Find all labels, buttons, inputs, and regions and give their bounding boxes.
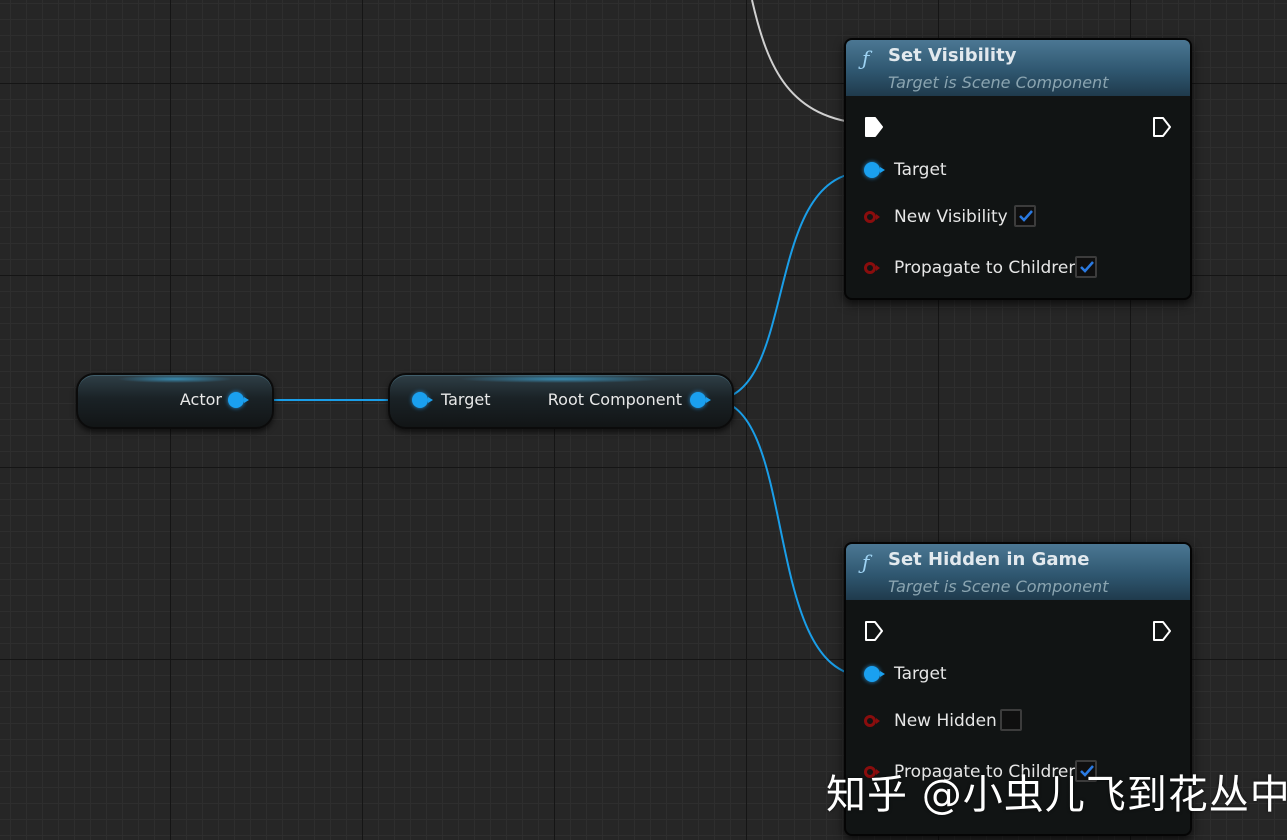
target-label: Target — [894, 160, 947, 180]
propagate-row: Propagate to Children — [846, 240, 1190, 290]
exec-input-pin-icon[interactable] — [864, 620, 884, 642]
get-root-component-node[interactable]: Target Root Component — [388, 373, 734, 429]
actor-output-label: Actor — [179, 390, 222, 409]
checkmark-icon — [1080, 261, 1094, 273]
root-component-output-pin[interactable] — [690, 392, 711, 408]
root-to-set-hidden-wire — [711, 399, 867, 677]
target-pin[interactable] — [864, 162, 885, 178]
target-pin[interactable] — [864, 666, 885, 682]
bool-pin-icon[interactable] — [864, 715, 880, 727]
node-header: ƒ Set Hidden in Game Target is Scene Com… — [846, 544, 1190, 600]
checkmark-icon — [1019, 210, 1033, 222]
function-icon: ƒ — [862, 550, 870, 574]
exec-input-pin-icon[interactable] — [864, 116, 884, 138]
new-visibility-row: New Visibility — [846, 192, 1190, 240]
exec-row — [846, 96, 1190, 144]
set-visibility-node[interactable]: ƒ Set Visibility Target is Scene Compone… — [844, 38, 1192, 300]
target-input-pin[interactable] — [412, 392, 433, 408]
target-row: Target — [846, 648, 1190, 696]
target-input-label: Target — [441, 390, 491, 409]
new-hidden-row: New Hidden — [846, 696, 1190, 744]
node-header: ƒ Set Visibility Target is Scene Compone… — [846, 40, 1190, 96]
new-visibility-checkbox[interactable] — [1014, 205, 1036, 227]
actor-output-pin[interactable] — [228, 392, 249, 408]
actor-node[interactable]: Actor — [76, 373, 274, 429]
exec-output-pin-icon[interactable] — [1152, 620, 1172, 642]
node-title: Set Visibility — [888, 45, 1017, 66]
bool-pin-icon[interactable] — [864, 262, 880, 274]
new-hidden-checkbox[interactable] — [1000, 709, 1022, 731]
target-label: Target — [894, 664, 947, 684]
exec-output-pin-icon[interactable] — [1152, 116, 1172, 138]
function-icon: ƒ — [862, 46, 870, 70]
target-row: Target — [846, 144, 1190, 192]
node-title: Set Hidden in Game — [888, 549, 1090, 570]
new-hidden-label: New Hidden — [894, 711, 997, 731]
propagate-label: Propagate to Children — [894, 258, 1080, 278]
propagate-checkbox[interactable] — [1075, 256, 1097, 278]
root-component-output-label: Root Component — [547, 390, 682, 409]
root-to-set-visibility-wire — [711, 171, 867, 401]
node-subtitle: Target is Scene Component — [888, 73, 1109, 92]
watermark: 知乎 @小虫儿飞到花丛中 — [826, 772, 1287, 818]
new-visibility-label: New Visibility — [894, 207, 1008, 227]
bool-pin-icon[interactable] — [864, 211, 880, 223]
exec-row — [846, 600, 1190, 648]
node-subtitle: Target is Scene Component — [888, 577, 1109, 596]
